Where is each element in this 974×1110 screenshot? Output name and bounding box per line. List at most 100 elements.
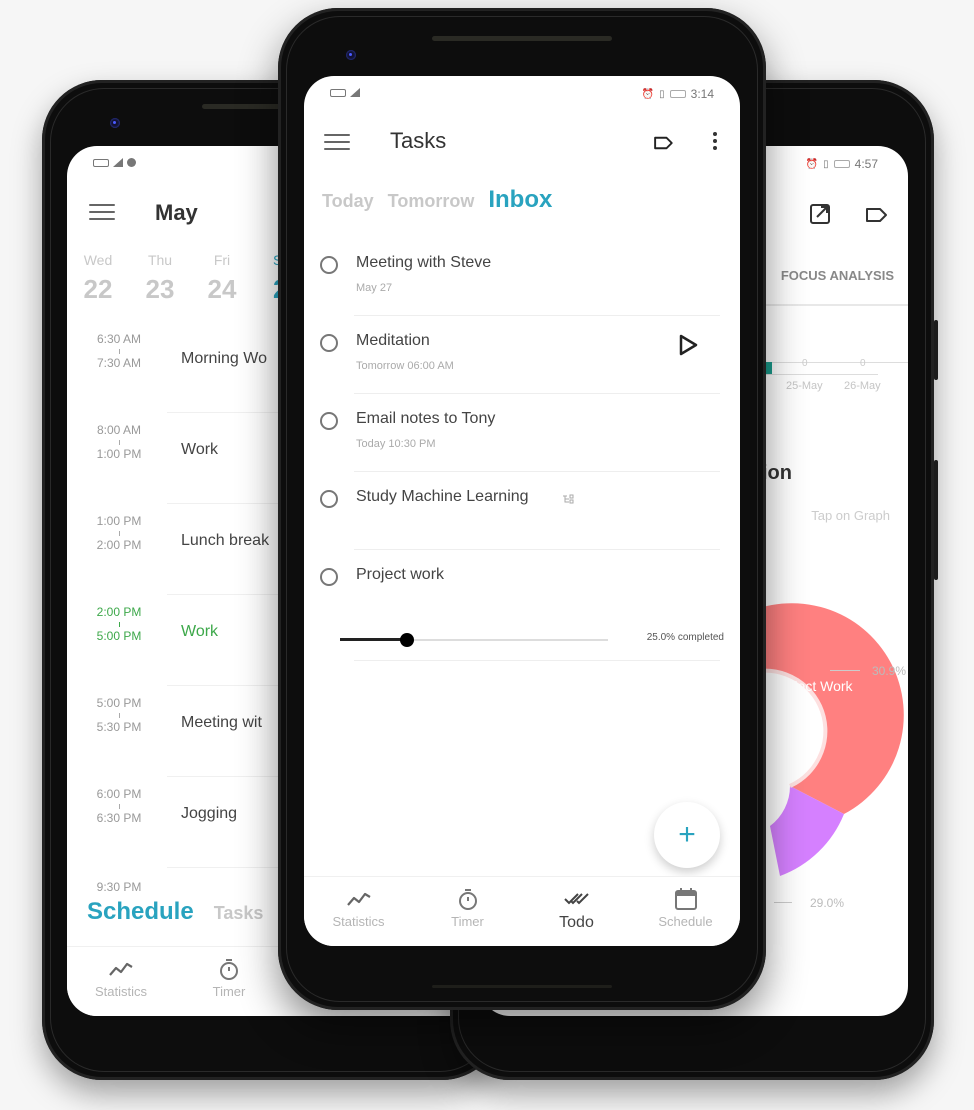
- status-time: 4:57: [854, 157, 878, 171]
- battery-icon: [833, 160, 850, 168]
- battery-icon: [669, 90, 686, 98]
- signal-icon: [350, 88, 360, 97]
- start-time: 6:00 PM: [96, 787, 142, 801]
- label-icon[interactable]: [652, 136, 674, 150]
- nav-timer[interactable]: Timer: [175, 947, 283, 1016]
- end-time: 7:30 AM: [96, 356, 142, 370]
- notification-dot-icon: [127, 158, 136, 167]
- speaker-grille: [432, 36, 612, 41]
- phone-tasks: ⏰ ▯ 3:14 Tasks Today Tomorrow Inbox Meet…: [278, 8, 766, 1010]
- end-time: 6:30 PM: [96, 811, 142, 825]
- task-tabs: Today Tomorrow Inbox: [322, 186, 552, 214]
- progress-slider[interactable]: [340, 632, 608, 648]
- task-item[interactable]: Meeting with Steve May 27: [304, 238, 740, 316]
- nav-timer[interactable]: Timer: [413, 877, 522, 946]
- subtasks-icon: [563, 494, 574, 504]
- last-time: 9:30 PM: [96, 880, 142, 894]
- task-checkbox[interactable]: [320, 568, 338, 586]
- alarm-icon: ⏰: [641, 88, 655, 100]
- nfc-icon: [330, 88, 346, 97]
- schedule-tabs: Schedule Tasks: [87, 898, 263, 926]
- nav-schedule[interactable]: Schedule: [631, 877, 740, 946]
- more-vert-icon[interactable]: [712, 132, 718, 152]
- slider-thumb[interactable]: [400, 633, 414, 647]
- start-time: 2:00 PM: [96, 605, 142, 619]
- start-time: 1:00 PM: [96, 514, 142, 528]
- task-checkbox[interactable]: [320, 334, 338, 352]
- progress-label: 25.0% completed: [646, 632, 724, 643]
- bottom-speaker: [432, 985, 612, 988]
- add-task-button[interactable]: +: [654, 802, 720, 868]
- schedule-title: Jogging: [181, 805, 238, 822]
- day-wed[interactable]: Wed 22: [67, 252, 129, 305]
- pie-slice-label: roject Work: [782, 678, 853, 694]
- statistics-icon: [346, 892, 371, 906]
- task-due: Tomorrow 06:00 AM: [356, 360, 454, 372]
- end-time: 2:00 PM: [96, 538, 142, 552]
- tab-today[interactable]: Today: [322, 191, 374, 212]
- x-tick-label: 26-May: [844, 380, 881, 392]
- add-icon: +: [678, 818, 696, 851]
- front-camera: [346, 50, 356, 60]
- tasks-screen: ⏰ ▯ 3:14 Tasks Today Tomorrow Inbox Meet…: [304, 76, 740, 946]
- task-name: Study Machine Learning: [356, 488, 529, 505]
- menu-icon[interactable]: [89, 204, 115, 222]
- task-name: Project work: [356, 566, 445, 583]
- task-item[interactable]: Email notes to Tony Today 10:30 PM: [304, 394, 740, 472]
- hamburger-icon[interactable]: [324, 134, 350, 152]
- task-checkbox[interactable]: [320, 490, 338, 508]
- status-bar: ⏰ ▯ 3:14: [304, 76, 740, 112]
- tab-schedule[interactable]: Schedule: [87, 898, 194, 926]
- alarm-icon: ⏰: [805, 158, 819, 170]
- vibrate-icon: ▯: [659, 88, 665, 100]
- statistics-icon: [109, 962, 133, 976]
- timer-icon: [220, 959, 238, 980]
- tab-tasks[interactable]: Tasks: [214, 903, 264, 924]
- schedule-title: Lunch break: [181, 532, 270, 549]
- bottom-nav: Statistics Timer Todo Schedule: [304, 876, 740, 946]
- start-time: 5:00 PM: [96, 696, 142, 710]
- todo-icon: [563, 893, 589, 905]
- task-name: Email notes to Tony: [356, 410, 496, 427]
- task-item[interactable]: Project work: [304, 550, 740, 628]
- end-time: 1:00 PM: [96, 447, 142, 461]
- tab-tomorrow[interactable]: Tomorrow: [388, 191, 475, 212]
- task-due: May 27: [356, 282, 393, 294]
- nav-statistics[interactable]: Statistics: [67, 947, 175, 1016]
- pie-percent-label: 29.0%: [810, 896, 845, 910]
- tab-inbox[interactable]: Inbox: [488, 186, 552, 214]
- signal-icon: [113, 158, 123, 167]
- x-tick-label: 25-May: [786, 380, 823, 392]
- power-button: [934, 320, 938, 380]
- status-time: 3:14: [690, 87, 714, 101]
- bar-value: 0: [802, 358, 808, 369]
- play-icon[interactable]: [678, 334, 698, 356]
- calendar-icon: [674, 888, 697, 910]
- day-fri[interactable]: Fri 24: [191, 252, 253, 305]
- schedule-title: Work: [181, 623, 219, 640]
- nav-todo[interactable]: Todo: [522, 877, 631, 946]
- task-checkbox[interactable]: [320, 256, 338, 274]
- open-external-icon[interactable]: [808, 202, 832, 226]
- day-thu[interactable]: Thu 23: [129, 252, 191, 305]
- schedule-title: Morning Wo: [181, 350, 267, 367]
- nfc-icon: [93, 158, 109, 167]
- front-camera: [110, 118, 120, 128]
- vibrate-icon: ▯: [823, 158, 829, 170]
- schedule-title: Work: [181, 441, 219, 458]
- schedule-title: Meeting wit: [181, 714, 262, 731]
- label-icon[interactable]: [864, 206, 888, 224]
- volume-button: [934, 460, 938, 580]
- start-time: 8:00 AM: [96, 423, 142, 437]
- task-name: Meeting with Steve: [356, 254, 492, 271]
- end-time: 5:00 PM: [96, 629, 142, 643]
- month-title: May: [155, 200, 198, 225]
- task-checkbox[interactable]: [320, 412, 338, 430]
- task-item[interactable]: Study Machine Learning: [304, 472, 740, 550]
- task-item[interactable]: Meditation Tomorrow 06:00 AM: [304, 316, 740, 394]
- nav-statistics[interactable]: Statistics: [304, 877, 413, 946]
- end-time: 5:30 PM: [96, 720, 142, 734]
- page-title: Tasks: [390, 128, 447, 153]
- hint-text: Tap on Graph: [811, 508, 890, 523]
- section-heading: ion: [762, 462, 792, 484]
